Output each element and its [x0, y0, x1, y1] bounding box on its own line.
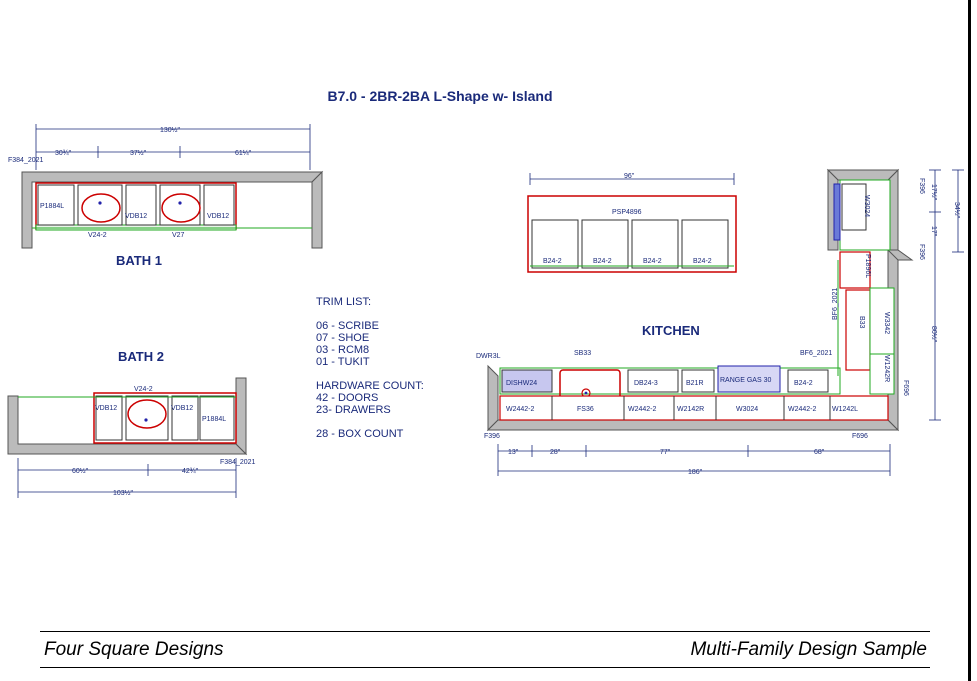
cabinet-label: DISHW24: [506, 380, 537, 387]
cabinet-label: W1242R: [883, 355, 890, 382]
dimension-text: 186": [688, 469, 703, 476]
filler-label: F384_2021: [220, 459, 256, 466]
footer-company: Four Square Designs: [44, 639, 224, 660]
dimension-text: 130½": [160, 126, 181, 134]
bath2-plan: V24-2 VDB12 VDB12 P1884L F384_2021: [7, 377, 256, 466]
filler-label: F696: [852, 433, 868, 440]
kitchen-label: SB33: [574, 350, 591, 357]
dimension-text: 34½": [953, 202, 961, 219]
dimension-text: 42¾": [182, 468, 199, 475]
cabinet-label: W1242L: [832, 406, 858, 413]
cabinet-label: B33: [858, 316, 865, 329]
cabinet-label: B24-2: [693, 258, 712, 265]
kitchen-label: BF6_2021: [800, 350, 832, 357]
dimension-text: 17": [930, 226, 937, 237]
cabinet-label: DB24-3: [634, 380, 658, 387]
filler-label: F696: [902, 380, 909, 396]
cabinet-label: W2442-2: [628, 406, 657, 413]
cabinet-label: W3024: [863, 195, 870, 217]
cabinet-label: W3342: [883, 312, 890, 334]
cabinet-label: W3024: [736, 406, 758, 413]
cabinet-label: B24-2: [593, 258, 612, 265]
dimension-text: 60½": [72, 467, 89, 475]
panel-label: PSP4896: [612, 209, 642, 216]
filler-label: F396: [484, 433, 500, 440]
cabinet-label: V27: [172, 232, 185, 239]
cabinet-label: P1884L: [202, 416, 226, 423]
dimension-text: 17½": [930, 184, 938, 201]
drawing-page: B7.0 - 2BR-2BA L-Shape w- Island BATH 1 …: [0, 0, 977, 681]
kitchen-label: BF6_2021: [832, 288, 839, 320]
footer-rule-bottom: [40, 667, 930, 668]
cabinet-label: RANGE GAS 30: [720, 377, 771, 384]
cabinet-label: W2442-2: [788, 406, 817, 413]
kitchen-label: DWR3L: [476, 353, 501, 360]
cabinet-label: V24-2: [88, 232, 107, 239]
bath1-plan: P1884L VDB12 VDB12 V24-2 V27 F384_2021: [8, 157, 324, 249]
cabinet-label: VDB12: [95, 405, 117, 412]
cabinet-label: W2442-2: [506, 406, 535, 413]
cabinet-label: B21R: [686, 380, 704, 387]
dimension-text: 13": [508, 449, 519, 456]
dimension-text: 103½": [113, 489, 134, 497]
filler-label: F396: [918, 178, 925, 194]
dimension-text: 37½": [130, 149, 147, 157]
cabinet-label: VDB12: [171, 405, 193, 412]
cabinet-label: VDB12: [207, 213, 229, 220]
dimension-text: 61¼": [235, 150, 252, 157]
footer-rule-top: [40, 631, 930, 632]
footer-caption: Multi-Family Design Sample: [690, 639, 927, 660]
cabinet-label: B24-2: [643, 258, 662, 265]
cabinet-label: FS36: [577, 406, 594, 413]
cabinet-label: P1896L: [864, 254, 871, 278]
dimension-text: 68": [814, 449, 825, 456]
filler-label: F384_2021: [8, 157, 44, 164]
floorplan-drawing: P1884L VDB12 VDB12 V24-2 V27 F384_2021 1…: [7, 124, 964, 498]
dimension-text: 80½": [930, 326, 938, 343]
cabinet-label: B24-2: [543, 258, 562, 265]
filler-label: F396: [918, 244, 925, 260]
dimension-text: 77": [660, 449, 671, 456]
cabinet-label: W2142R: [677, 406, 704, 413]
cabinet-label: VDB12: [125, 213, 147, 220]
cabinet-label: V24-2: [134, 386, 153, 393]
dimension-text: 96": [624, 173, 635, 180]
dimension-text: 30¾": [55, 150, 72, 157]
cabinet-label: B24-2: [794, 380, 813, 387]
cabinet-label: P1884L: [40, 203, 64, 210]
dimension-text: 28": [550, 449, 561, 456]
